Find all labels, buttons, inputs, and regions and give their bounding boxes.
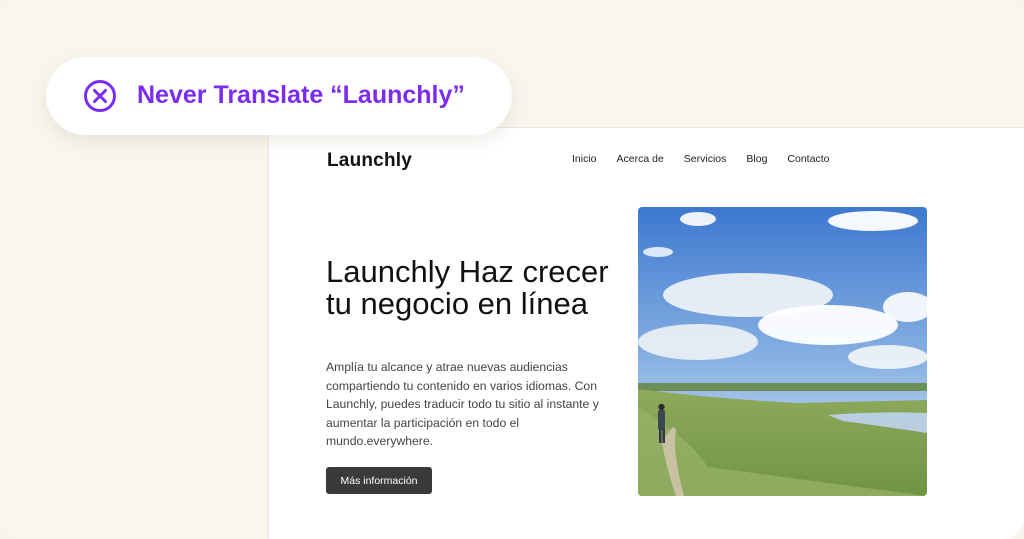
hero-description: Amplía tu alcance y atrae nuevas audienc… bbox=[326, 360, 599, 448]
callout-text: Never Translate “Launchly” bbox=[137, 81, 465, 109]
hero-title: Launchly Haz crecer tu negocio en línea bbox=[326, 254, 609, 321]
nav-item-acerca[interactable]: Acerca de bbox=[617, 153, 664, 165]
nav-item-blog[interactable]: Blog bbox=[746, 153, 767, 165]
circle-x-icon bbox=[84, 80, 116, 112]
nav-item-inicio[interactable]: Inicio bbox=[572, 153, 597, 165]
callout-pill: Never Translate “Launchly” bbox=[46, 57, 512, 135]
nav-item-contacto[interactable]: Contacto bbox=[787, 153, 829, 165]
more-info-button[interactable]: Más información bbox=[326, 467, 432, 494]
main-nav: Inicio Acerca de Servicios Blog Contacto bbox=[572, 153, 849, 165]
landscape-photo bbox=[638, 207, 927, 496]
nav-item-servicios[interactable]: Servicios bbox=[684, 153, 727, 165]
site-logo[interactable]: Launchly bbox=[327, 150, 412, 172]
hero-landscape-image bbox=[638, 207, 927, 496]
slide-card: Launchly Inicio Acerca de Servicios Blog… bbox=[0, 0, 1024, 539]
website-preview: Launchly Inicio Acerca de Servicios Blog… bbox=[268, 127, 1024, 539]
